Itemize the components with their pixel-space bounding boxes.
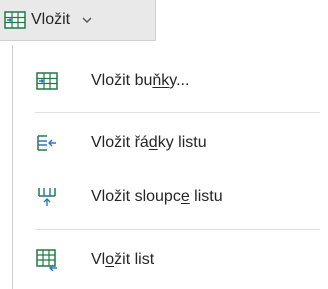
menu-item-insert-cells[interactable]: Vložit buňky...	[13, 59, 328, 103]
menu-item-label: Vložit řádky listu	[91, 134, 207, 151]
insert-cells-icon	[2, 10, 28, 30]
insert-sheet-icon	[35, 248, 59, 272]
menu-separator	[35, 112, 320, 113]
menu-item-insert-sheet[interactable]: Vložit list	[13, 238, 328, 282]
menu-separator	[35, 229, 320, 230]
insert-menu: Vložit buňky... Vložit řádky listu Vloži…	[12, 45, 328, 289]
insert-dropdown-button[interactable]: Vložit	[0, 0, 156, 41]
insert-cells-icon	[35, 69, 59, 93]
insert-rows-icon	[35, 131, 59, 155]
app-root: Vložit Vložit buňky... Vložit řádky list…	[0, 0, 328, 289]
menu-item-insert-rows[interactable]: Vložit řádky listu	[13, 121, 328, 165]
menu-item-insert-columns[interactable]: Vložit sloupce listu	[13, 175, 328, 219]
menu-item-label: Vložit list	[91, 251, 155, 268]
menu-item-label: Vložit buňky...	[91, 72, 190, 89]
insert-columns-icon	[35, 185, 59, 209]
chevron-down-icon[interactable]	[82, 15, 92, 25]
insert-button-label: Vložit	[31, 11, 71, 28]
menu-item-label: Vložit sloupce listu	[91, 188, 223, 205]
